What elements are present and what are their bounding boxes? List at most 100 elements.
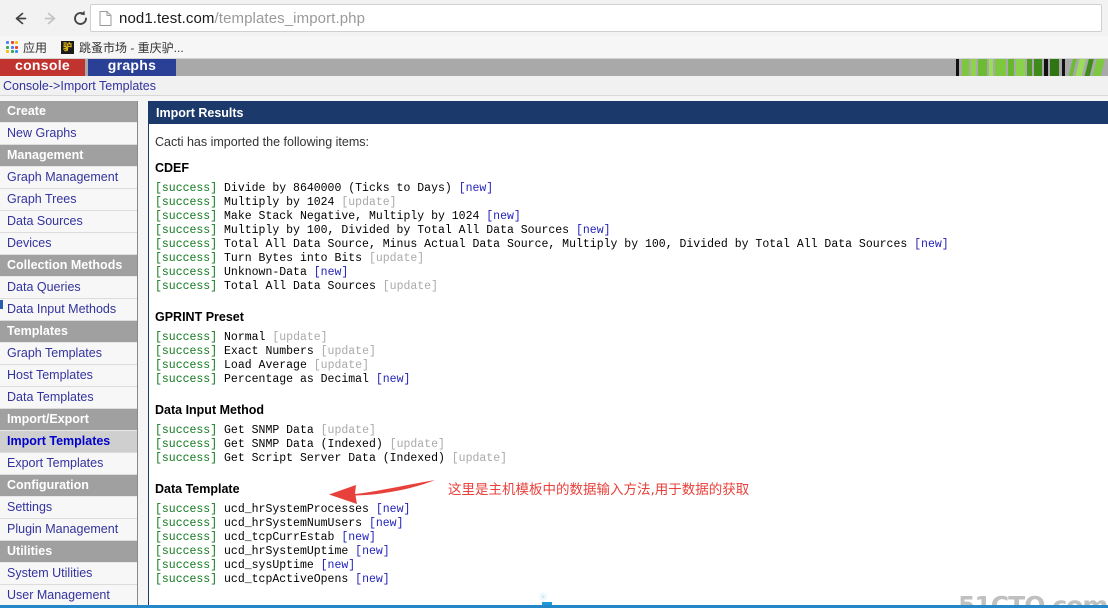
- sidebar-item-label: Data Templates: [7, 390, 94, 404]
- action-badge: [new]: [486, 210, 521, 223]
- status-badge: [success]: [155, 196, 218, 209]
- item-name: ucd_tcpCurrEstab: [224, 531, 335, 544]
- sidebar-item-graph-management[interactable]: Graph Management: [0, 167, 137, 189]
- item-name: Unknown-Data: [224, 266, 307, 279]
- status-badge: [success]: [155, 252, 218, 265]
- action-badge: [new]: [576, 224, 611, 237]
- sidebar-item-graph-trees[interactable]: Graph Trees: [0, 189, 137, 211]
- annotation-text: 这里是主机模板中的数据输入方法,用于数据的获取: [448, 482, 750, 498]
- action-badge: [new]: [355, 573, 390, 586]
- sidebar-item-system-utilities[interactable]: System Utilities: [0, 563, 137, 585]
- import-result-row: [success] ucd_tcpActiveOpens [new]: [153, 573, 1108, 587]
- page-viewport: console graphs Console -> Import Templat…: [0, 59, 1108, 608]
- address-bar[interactable]: nod1.test.com/templates_import.php: [90, 4, 1102, 32]
- status-badge: [success]: [155, 503, 218, 516]
- sidebar-item-label: Data Input Methods: [7, 302, 117, 316]
- status-badge: [success]: [155, 359, 218, 372]
- sidebar-item-data-sources[interactable]: Data Sources: [0, 211, 137, 233]
- sidebar-item-graph-templates[interactable]: Graph Templates: [0, 343, 137, 365]
- import-result-row: [success] Total All Data Source, Minus A…: [153, 238, 1108, 252]
- bookmark-flea-market-label: 跳蚤市场 - 重庆驴...: [79, 40, 184, 55]
- item-name: Load Average: [224, 359, 307, 372]
- action-badge: [new]: [458, 182, 494, 195]
- action-badge: [update]: [313, 359, 369, 372]
- status-badge: [success]: [155, 452, 218, 465]
- status-badge: [success]: [155, 266, 218, 279]
- action-badge: [new]: [341, 531, 376, 544]
- import-result-row: [success] Multiply by 1024 [update]: [153, 196, 1108, 210]
- sidebar-item-label: Export Templates: [7, 456, 104, 470]
- sidebar-item-host-templates[interactable]: Host Templates: [0, 365, 137, 387]
- action-badge: [update]: [451, 452, 507, 465]
- item-name: Percentage as Decimal: [224, 373, 369, 386]
- apps-grid-icon: [6, 41, 18, 53]
- breadcrumb-separator: ->: [48, 78, 61, 93]
- bookmark-apps-label: 应用: [23, 40, 48, 55]
- item-name: Turn Bytes into Bits: [224, 252, 363, 265]
- status-badge: [success]: [155, 345, 218, 358]
- sidebar-item-label: Data Sources: [7, 214, 83, 228]
- breadcrumb-root[interactable]: Console: [3, 79, 49, 93]
- action-badge: [update]: [320, 424, 376, 437]
- import-result-row: [success] Normal [update]: [153, 331, 1108, 345]
- sidebar-item-user-management[interactable]: User Management: [0, 585, 137, 607]
- import-row-list: [success] Divide by 8640000 (Ticks to Da…: [153, 182, 1108, 294]
- action-badge: [new]: [375, 373, 411, 386]
- item-name: ucd_hrSystemNumUsers: [224, 517, 363, 530]
- sidebar-item-data-templates[interactable]: Data Templates: [0, 387, 137, 409]
- item-name: Multiply by 1024: [224, 196, 335, 209]
- sidebar-item-new-graphs[interactable]: New Graphs: [0, 123, 137, 145]
- status-badge: [success]: [155, 573, 218, 586]
- sidebar-item-label: New Graphs: [7, 126, 77, 140]
- sidebar-item-settings[interactable]: Settings: [0, 497, 137, 519]
- back-button[interactable]: [6, 4, 34, 32]
- import-result-row: [success] ucd_hrSystemUptime [new]: [153, 545, 1108, 559]
- sidebar-nav: Create New Graphs Management Graph Manageme…: [0, 101, 138, 608]
- url-path: /templates_import.php: [214, 9, 366, 27]
- item-name: Get SNMP Data: [224, 424, 314, 437]
- browser-toolbar: nod1.test.com/templates_import.php: [0, 0, 1108, 37]
- status-badge: [success]: [155, 182, 218, 195]
- tab-graphs[interactable]: graphs: [88, 59, 176, 76]
- item-name: ucd_tcpActiveOpens: [224, 573, 349, 586]
- cacti-tab-strip: console graphs: [0, 59, 1108, 76]
- import-result-row: [success] Divide by 8640000 (Ticks to Da…: [153, 182, 1108, 196]
- sidebar-item-plugin-management[interactable]: Plugin Management: [0, 519, 137, 541]
- sidebar-item-data-input-methods[interactable]: Data Input Methods: [0, 299, 137, 321]
- breadcrumb-current: Import Templates: [60, 78, 156, 93]
- import-row-list: [success] ucd_hrSystemProcesses [new] [su…: [153, 503, 1108, 587]
- sidebar-header-management: Management: [0, 145, 137, 167]
- item-name: Make Stack Negative, Multiply by 1024: [224, 210, 480, 223]
- item-name: Exact Numbers: [224, 345, 314, 358]
- action-badge: [new]: [313, 266, 349, 279]
- import-sections: CDEF [success] Divide by 8640000 (Ticks t…: [153, 161, 1108, 587]
- status-badge: [success]: [155, 280, 218, 293]
- import-result-row: [success] ucd_tcpCurrEstab [new]: [153, 531, 1108, 545]
- tab-console[interactable]: console: [0, 59, 85, 76]
- import-results-panel: Import Results Cacti has imported the fo…: [148, 101, 1108, 608]
- item-name: Total All Data Sources: [224, 280, 376, 293]
- sidebar-item-import-templates[interactable]: Import Templates: [0, 431, 137, 453]
- sidebar-item-label: System Utilities: [7, 566, 93, 580]
- status-badge: [success]: [155, 373, 218, 386]
- action-badge: [update]: [382, 280, 438, 293]
- forward-button[interactable]: [36, 4, 64, 32]
- bookmark-flea-market[interactable]: 驴 跳蚤市场 - 重庆驴...: [61, 39, 184, 56]
- favicon-icon: 驴: [61, 40, 75, 54]
- import-result-row: [success] Get Script Server Data (Indexe…: [153, 452, 1108, 466]
- action-badge: [new]: [355, 545, 390, 558]
- item-name: Total All Data Source, Minus Actual Data…: [224, 238, 908, 251]
- url-host: nod1.test.com: [119, 9, 215, 27]
- navigation-buttons: [6, 4, 94, 32]
- sidebar-item-data-queries[interactable]: Data Queries: [0, 277, 137, 299]
- sidebar-item-label: Data Queries: [7, 280, 81, 294]
- item-name: ucd_sysUptime: [224, 559, 314, 572]
- sidebar-item-export-templates[interactable]: Export Templates: [0, 453, 137, 475]
- item-name: Multiply by 100, Divided by Total All Da…: [224, 224, 570, 237]
- import-result-row: [success] Multiply by 100, Divided by To…: [153, 224, 1108, 238]
- import-result-row: [success] ucd_sysUptime [new]: [153, 559, 1108, 573]
- bookmark-apps[interactable]: 应用: [6, 39, 47, 56]
- breadcrumb: Console -> Import Templates: [0, 76, 1108, 96]
- action-badge: [update]: [389, 438, 445, 451]
- sidebar-item-devices[interactable]: Devices: [0, 233, 137, 255]
